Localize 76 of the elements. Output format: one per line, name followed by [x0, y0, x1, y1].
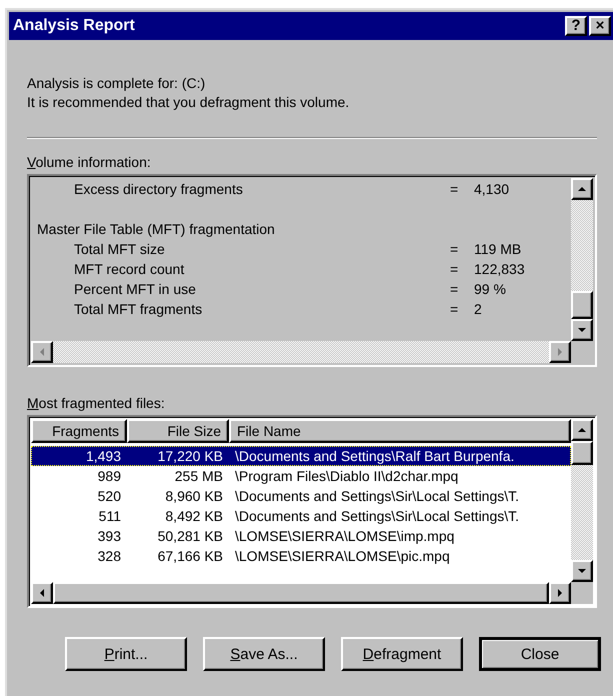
up-arrow-icon: [578, 187, 586, 191]
table-cell-text: 989: [96, 468, 122, 484]
table-cell-text: 255 MB: [174, 468, 224, 484]
info-label: Total MFT size: [73, 241, 166, 257]
scrollbar-corner: [571, 582, 593, 604]
file-row[interactable]: 1,493 17,220 KB \Documents and Settings\Ralf Bart Burpenfa.: [31, 446, 571, 466]
scrollbar-thumb[interactable]: [571, 441, 593, 465]
right-arrow-icon: [558, 348, 562, 356]
section-label: Volume information:: [27, 154, 151, 170]
table-cell-text: 520: [96, 488, 122, 504]
table-cell-text: \Documents and Settings\Sir\Local Settings\T.: [234, 488, 520, 504]
right-arrow-icon: [558, 589, 562, 597]
table-cell-text: \LOMSE\SIERRA\LOMSE\pic.mpq: [234, 548, 451, 564]
dialog-button[interactable]: Close: [479, 637, 601, 671]
table-cell-text: 50,281 KB: [156, 528, 224, 544]
summary-text: It is recommended that you defragment this volume.: [27, 93, 350, 112]
info-value: 2: [474, 301, 482, 317]
help-button[interactable]: ?: [565, 16, 587, 36]
file-row[interactable]: 393 50,281 KB \LOMSE\SIERRA\LOMSE\imp.mpq: [31, 526, 571, 546]
up-arrow-icon: [578, 428, 586, 432]
info-value: 4,130: [474, 181, 510, 197]
equals-sign: =: [450, 241, 460, 257]
info-label: Total MFT fragments: [73, 301, 204, 317]
down-arrow-icon: [578, 328, 586, 332]
table-cell-text: \Documents and Settings\Sir\Local Settings\T.: [234, 508, 520, 524]
window-title: Analysis Report: [13, 17, 135, 35]
file-row[interactable]: 328 67,166 KB \LOMSE\SIERRA\LOMSE\pic.mpq: [31, 546, 571, 566]
info-value: 119 MB: [474, 241, 522, 257]
column-header[interactable]: Fragments: [31, 419, 127, 443]
table-cell-text: \LOMSE\SIERRA\LOMSE\imp.mpq: [234, 528, 456, 544]
column-header[interactable]: File Size: [127, 419, 229, 443]
equals-sign: =: [450, 281, 460, 297]
file-row[interactable]: 989 255 MB \Program Files\Diablo II\d2char.mpq: [31, 466, 571, 486]
scroll-down-button[interactable]: [571, 319, 593, 341]
scroll-right-button[interactable]: [549, 341, 571, 363]
file-row[interactable]: 520 8,960 KB \Documents and Settings\Sir\Local Settings\T.: [31, 486, 571, 506]
table-cell-text: 1,493: [84, 448, 122, 464]
horizontal-scrollbar[interactable]: [31, 341, 571, 363]
down-arrow-icon: [578, 569, 586, 573]
scroll-up-button[interactable]: [571, 178, 593, 200]
left-arrow-icon: [40, 348, 44, 356]
info-label: Percent MFT in use: [73, 281, 197, 297]
table-cell-text: 328: [96, 548, 122, 564]
table-cell-text: 511: [98, 508, 122, 524]
column-header[interactable]: File Name: [229, 419, 571, 443]
scrollbar-thumb[interactable]: [571, 291, 593, 319]
info-label: MFT record count: [73, 261, 186, 277]
info-value: 122,833: [474, 261, 525, 277]
table-cell-text: \Program Files\Diablo II\d2char.mpq: [234, 468, 460, 484]
summary-text: Analysis is complete for: (C:): [27, 74, 206, 93]
scroll-down-button[interactable]: [571, 560, 593, 582]
section-label: Most fragmented files:: [27, 395, 165, 411]
info-heading: Master File Table (MFT) fragmentation: [37, 221, 275, 237]
dialog-button[interactable]: Defragment: [341, 637, 463, 671]
scroll-left-button[interactable]: [31, 582, 53, 604]
table-cell-text: 8,960 KB: [164, 488, 224, 504]
table-cell-text: 17,220 KB: [156, 448, 224, 464]
scroll-right-button[interactable]: [549, 582, 571, 604]
left-arrow-icon: [40, 589, 44, 597]
table-cell-text: \Documents and Settings\Ralf Bart Burpenfa.: [234, 448, 516, 464]
table-cell-text: 393: [96, 528, 122, 544]
equals-sign: =: [450, 181, 460, 197]
dialog-button[interactable]: Print...: [65, 637, 187, 671]
equals-sign: =: [450, 261, 460, 277]
file-row[interactable]: 511 8,492 KB \Documents and Settings\Sir\Local Settings\T.: [31, 506, 571, 526]
scroll-left-button[interactable]: [31, 341, 53, 363]
scroll-up-button[interactable]: [571, 419, 593, 441]
info-value: 99 %: [474, 281, 506, 297]
vertical-scrollbar[interactable]: [571, 178, 593, 341]
equals-sign: =: [450, 301, 460, 317]
close-button[interactable]: ×: [589, 16, 611, 36]
dialog-button[interactable]: Save As...: [203, 637, 325, 671]
table-cell-text: 8,492 KB: [164, 508, 224, 524]
info-label: Excess directory fragments: [73, 181, 244, 197]
table-cell-text: 67,166 KB: [156, 548, 224, 564]
vertical-scrollbar[interactable]: [571, 419, 593, 582]
